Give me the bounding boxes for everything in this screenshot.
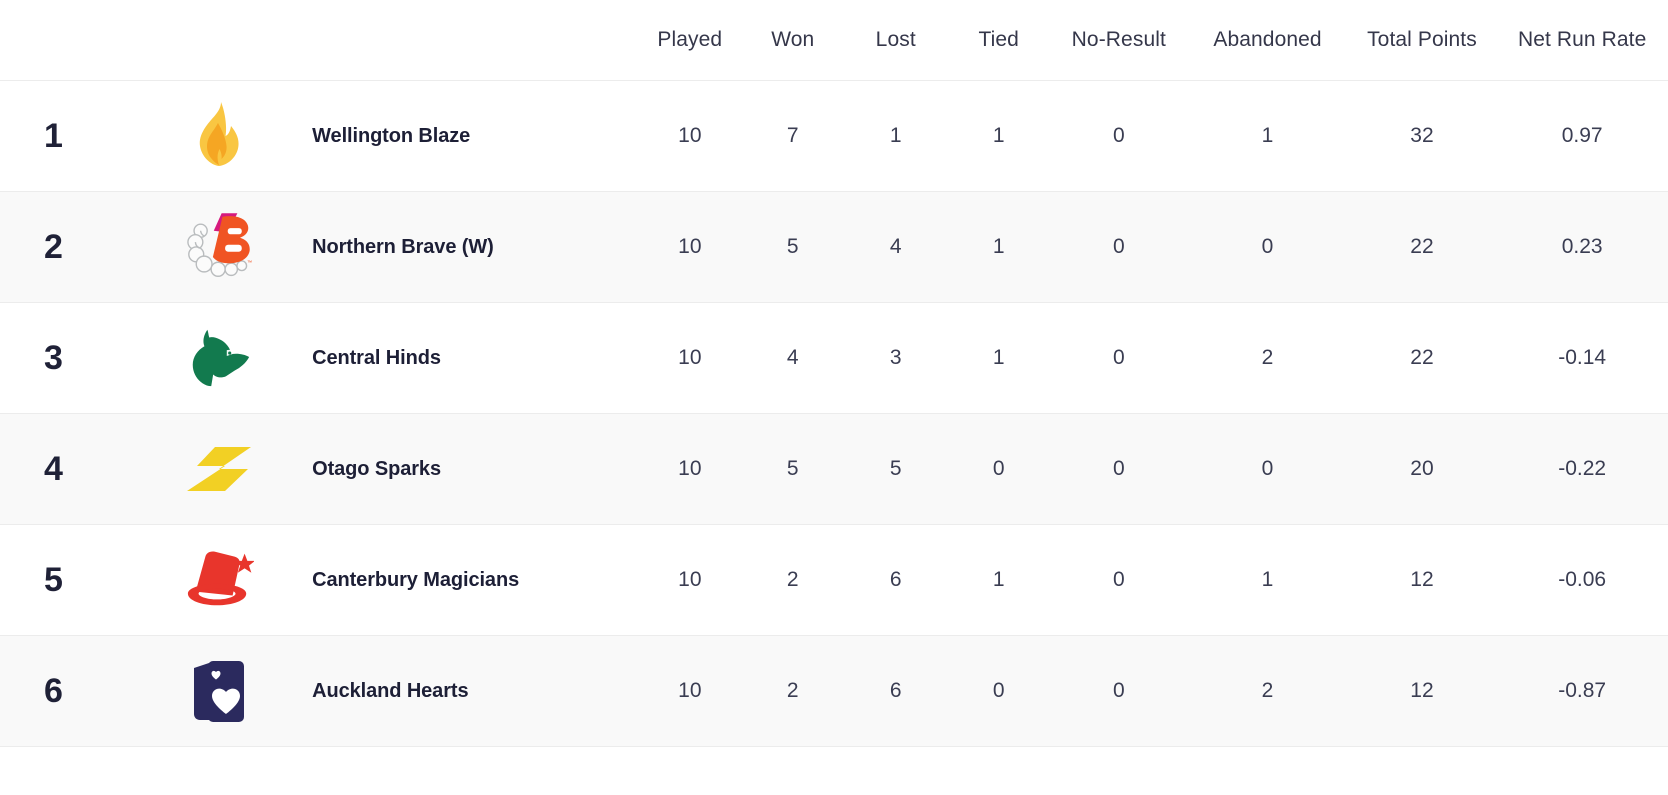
cell-net-run-rate: -0.22 — [1558, 457, 1607, 480]
cell-team-name[interactable]: Central Hinds — [295, 303, 638, 414]
cell-total-points: 32 — [1410, 124, 1434, 147]
cell-tied: 0 — [992, 679, 1005, 702]
cell-rank: 5 — [44, 560, 63, 599]
cell-no-result: 0 — [1112, 235, 1125, 258]
cell-abandoned: 2 — [1261, 346, 1274, 369]
cell-played: 10 — [678, 679, 702, 702]
header-won: Won — [771, 28, 815, 51]
cell-team-logo — [135, 414, 295, 525]
cell-team-name[interactable]: Canterbury Magicians — [295, 525, 638, 636]
cell-won: 4 — [786, 346, 799, 369]
cell-team-name[interactable]: Northern Brave (W) — [295, 192, 638, 303]
cell-team-logo: ™ — [135, 192, 295, 303]
header-no-result: No-Result — [1071, 28, 1166, 51]
svg-text:™: ™ — [247, 260, 252, 266]
header-logo — [135, 0, 295, 81]
cell-won: 5 — [786, 457, 799, 480]
cell-team-logo — [135, 81, 295, 192]
cell-rank: 1 — [44, 116, 63, 155]
cell-total-points: 12 — [1410, 679, 1434, 702]
cell-played: 10 — [678, 124, 702, 147]
header-net-run-rate: Net Run Rate — [1517, 28, 1647, 51]
cell-rank: 4 — [44, 449, 63, 488]
header-team — [295, 0, 638, 81]
cell-rank: 2 — [44, 227, 63, 266]
cell-total-points: 22 — [1410, 346, 1434, 369]
header-tied: Tied — [978, 28, 1019, 51]
table-row[interactable]: 2 ™ Northern Brave (W) 10 5 4 1 0 0 22 0.23 — [0, 191, 1668, 303]
cell-rank: 6 — [44, 671, 63, 710]
table-body: 1 Wellington Blaze 10 7 1 1 0 1 32 0.97 2 ™ Northern… — [0, 80, 1668, 747]
cell-lost: 4 — [889, 235, 902, 258]
cell-team-logo — [135, 636, 295, 747]
cell-played: 10 — [678, 457, 702, 480]
cell-tied: 0 — [992, 457, 1005, 480]
cell-won: 2 — [786, 568, 799, 591]
cell-net-run-rate: -0.87 — [1558, 679, 1607, 702]
cell-won: 5 — [786, 235, 799, 258]
lightning-s-icon — [184, 434, 254, 504]
table-row[interactable]: 6 Auckland Hearts 10 2 6 0 0 2 12 -0.87 — [0, 635, 1668, 747]
cell-abandoned: 0 — [1261, 235, 1274, 258]
cell-team-logo — [135, 525, 295, 636]
header-total-points: Total Points — [1367, 28, 1477, 51]
cell-won: 2 — [786, 679, 799, 702]
cell-total-points: 20 — [1410, 457, 1434, 480]
cell-abandoned: 1 — [1261, 568, 1274, 591]
cell-no-result: 0 — [1112, 679, 1125, 702]
table-row[interactable]: 1 Wellington Blaze 10 7 1 1 0 1 32 0.97 — [0, 80, 1668, 192]
header-lost: Lost — [875, 28, 916, 51]
table-row[interactable]: 5 Canterbury Magicians 10 2 6 1 0 1 12 -0.06 — [0, 524, 1668, 636]
cell-abandoned: 0 — [1261, 457, 1274, 480]
cell-no-result: 0 — [1112, 568, 1125, 591]
cell-tied: 1 — [992, 235, 1005, 258]
playing-cards-heart-icon — [184, 653, 254, 723]
cell-total-points: 22 — [1410, 235, 1434, 258]
brave-b-icon: ™ — [184, 208, 254, 278]
cell-lost: 3 — [889, 346, 902, 369]
cell-team-name[interactable]: Wellington Blaze — [295, 81, 638, 192]
cell-team-name[interactable]: Otago Sparks — [295, 414, 638, 525]
cell-net-run-rate: -0.06 — [1558, 568, 1607, 591]
cell-won: 7 — [786, 124, 799, 147]
cell-rank: 3 — [44, 338, 63, 377]
cell-net-run-rate: 0.97 — [1561, 124, 1603, 147]
cell-played: 10 — [678, 346, 702, 369]
table-row[interactable]: 4 Otago Sparks 10 5 5 0 0 0 20 -0.22 — [0, 413, 1668, 525]
header-played: Played — [657, 28, 723, 51]
cell-tied: 1 — [992, 568, 1005, 591]
cell-net-run-rate: 0.23 — [1561, 235, 1603, 258]
cell-played: 10 — [678, 235, 702, 258]
cell-lost: 5 — [889, 457, 902, 480]
cell-no-result: 0 — [1112, 457, 1125, 480]
cell-lost: 1 — [889, 124, 902, 147]
cell-tied: 1 — [992, 346, 1005, 369]
cell-total-points: 12 — [1410, 568, 1434, 591]
cell-tied: 1 — [992, 124, 1005, 147]
standings-table: Played Won Lost Tied No-Result Abandoned… — [0, 0, 1668, 747]
cell-lost: 6 — [889, 679, 902, 702]
cell-no-result: 0 — [1112, 124, 1125, 147]
header-rank — [0, 0, 135, 81]
cell-lost: 6 — [889, 568, 902, 591]
cell-played: 10 — [678, 568, 702, 591]
cell-team-logo — [135, 303, 295, 414]
cell-no-result: 0 — [1112, 346, 1125, 369]
cell-abandoned: 1 — [1261, 124, 1274, 147]
cell-team-name[interactable]: Auckland Hearts — [295, 636, 638, 747]
table-header: Played Won Lost Tied No-Result Abandoned… — [0, 0, 1668, 81]
cell-net-run-rate: -0.14 — [1558, 346, 1607, 369]
hind-head-icon — [184, 321, 254, 391]
cell-abandoned: 2 — [1261, 679, 1274, 702]
top-hat-star-icon — [184, 544, 255, 614]
flame-icon — [184, 99, 254, 169]
table-row[interactable]: 3 Central Hinds 10 4 3 1 0 2 22 -0.14 — [0, 302, 1668, 414]
header-abandoned: Abandoned — [1213, 28, 1322, 51]
header-row: Played Won Lost Tied No-Result Abandoned… — [0, 0, 1668, 81]
